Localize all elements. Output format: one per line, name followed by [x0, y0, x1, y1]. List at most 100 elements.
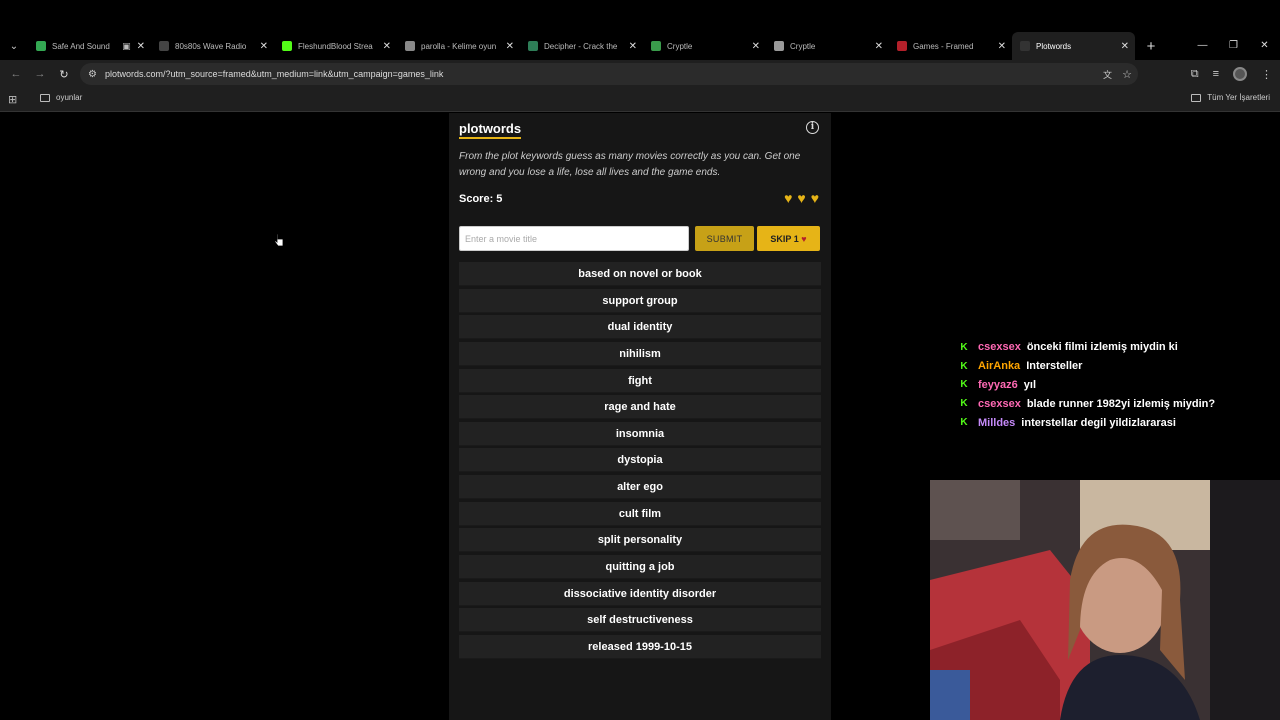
browser-tab[interactable]: Safe And Sound ▣ ✕: [28, 32, 151, 60]
tab-title: 80s80s Wave Radio: [175, 41, 247, 51]
all-bookmarks-label: Tüm Yer İşaretleri: [1207, 93, 1270, 102]
chat-text: Intersteller: [1026, 360, 1083, 373]
close-window-icon[interactable]: ✕: [1249, 32, 1280, 60]
extensions-icon[interactable]: ⧉: [1191, 68, 1199, 81]
kick-badge-icon: K: [960, 398, 968, 410]
game-title[interactable]: plotwords: [459, 121, 522, 139]
folder-icon: [40, 93, 50, 102]
lives-indicator: ♥ ♥ ♥: [784, 191, 819, 205]
plot-keyword: rage and hate: [459, 395, 821, 420]
menu-icon[interactable]: ⋮: [1261, 68, 1272, 81]
chat-message: Kcsexsex blade runner 1982yi izlemiş miyd…: [958, 394, 1258, 413]
tab-favicon-icon: [405, 41, 415, 51]
tab-close-icon[interactable]: ✕: [998, 41, 1006, 52]
chat-message: Kcsexsex önceki filmi izlemiş miydin ki: [958, 338, 1258, 357]
browser-tab[interactable]: parolla - Kelime oyun ✕: [397, 32, 520, 60]
chat-text: blade runner 1982yi izlemiş miydin?: [1026, 397, 1216, 410]
tab-favicon-icon: [774, 41, 784, 51]
tab-favicon-icon: [282, 41, 292, 51]
chat-username[interactable]: feyyaz6: [978, 379, 1018, 391]
tab-audio-icon[interactable]: ▣: [122, 41, 131, 52]
tab-favicon-icon: [897, 41, 907, 51]
plot-keyword: insomnia: [459, 421, 821, 446]
translate-icon[interactable]: 文: [1103, 68, 1112, 81]
all-bookmarks-button[interactable]: Tüm Yer İşaretleri: [1191, 93, 1270, 102]
tab-close-icon[interactable]: ✕: [137, 41, 145, 52]
tab-strip: ⌄ Safe And Sound ▣ ✕ 80s80s Wave Radio ✕ Fles…: [0, 32, 1280, 60]
submit-label: SUBMIT: [706, 233, 743, 244]
skip-label: SKIP 1: [770, 233, 799, 244]
url-text: plotwords.com/?utm_source=framed&utm_med…: [104, 69, 444, 79]
tab-title: Plotwords: [1036, 41, 1072, 51]
chat-username[interactable]: AirAnka: [978, 360, 1020, 372]
chat-message: Kfeyyaz6 yıl: [958, 376, 1258, 395]
chat-username[interactable]: csexsex: [978, 398, 1021, 410]
game-description: From the plot keywords guess as many mov…: [459, 151, 801, 178]
plot-keyword: dystopia: [459, 448, 821, 473]
browser-tab[interactable]: Cryptle ✕: [643, 32, 766, 60]
page-content: plotwords i From the plot keywords guess…: [0, 113, 1280, 720]
browser-tab[interactable]: Games - Framed ✕: [889, 32, 1012, 60]
minimize-icon[interactable]: —: [1187, 32, 1218, 60]
keyword-list: based on novel or book support group dual …: [459, 262, 821, 662]
bookmark-star-icon[interactable]: ☆: [1122, 68, 1132, 81]
tab-title: Cryptle: [790, 41, 816, 51]
tab-title: parolla - Kelime oyun: [421, 41, 497, 51]
kick-badge-icon: K: [960, 417, 968, 429]
kick-badge-icon: K: [960, 379, 968, 391]
plot-keyword: fight: [459, 368, 821, 393]
chat-text: yıl: [1023, 378, 1036, 391]
back-icon[interactable]: ←: [4, 68, 28, 80]
tab-close-icon[interactable]: ✕: [1121, 41, 1129, 52]
profile-avatar[interactable]: [1233, 67, 1247, 81]
tab-favicon-icon: [1020, 41, 1030, 51]
tab-close-icon[interactable]: ✕: [506, 41, 514, 52]
browser-tab[interactable]: FleshundBlood Strea ✕: [274, 32, 397, 60]
plot-keyword: split personality: [459, 528, 821, 553]
bookmark-folder-oyunlar[interactable]: oyunlar: [40, 93, 82, 102]
forward-icon[interactable]: →: [28, 68, 52, 80]
stream-chat-overlay: Kcsexsex önceki filmi izlemiş miydin ki K A…: [958, 338, 1258, 432]
tab-title: Games - Framed: [913, 41, 974, 51]
plot-keyword: dual identity: [459, 315, 821, 340]
info-icon[interactable]: i: [806, 121, 819, 134]
media-control-icon[interactable]: ≡: [1213, 68, 1219, 80]
tab-close-icon[interactable]: ✕: [629, 41, 637, 52]
movie-title-input[interactable]: [459, 226, 689, 251]
tab-close-icon[interactable]: ✕: [383, 41, 391, 52]
site-info-icon[interactable]: ⚙: [88, 69, 97, 80]
window-top-area: [0, 0, 1280, 32]
chat-username[interactable]: csexsex: [978, 341, 1021, 353]
plot-keyword: cult film: [459, 501, 821, 526]
chat-username[interactable]: Milldes: [978, 417, 1015, 429]
toolbar-actions: ⧉ ≡ ⋮: [1191, 60, 1272, 88]
bookmark-folder-label: oyunlar: [56, 93, 83, 102]
chat-message: K AirAnka Intersteller: [958, 357, 1258, 376]
tab-close-icon[interactable]: ✕: [875, 41, 883, 52]
chat-text: interstellar degil yildizlararasi: [1021, 416, 1176, 429]
tab-title: FleshundBlood Strea: [298, 41, 373, 51]
restore-icon[interactable]: ❐: [1218, 32, 1249, 60]
tab-search-chevron-icon[interactable]: ⌄: [0, 32, 28, 60]
skip-button[interactable]: SKIP 1 ♥: [757, 226, 820, 251]
life-heart-icon: ♥: [797, 190, 806, 206]
tab-close-icon[interactable]: ✕: [260, 41, 268, 52]
tab-favicon-icon: [36, 41, 46, 51]
plot-keyword: support group: [459, 288, 821, 313]
apps-grid-icon[interactable]: ⊞: [8, 93, 17, 106]
plot-keyword: based on novel or book: [459, 262, 821, 286]
browser-tab[interactable]: Plotwords ✕: [1012, 32, 1135, 60]
kick-badge-icon: K: [960, 341, 968, 353]
plot-keyword: dissociative identity disorder: [459, 581, 821, 606]
new-tab-button[interactable]: +: [1139, 38, 1163, 55]
browser-tab[interactable]: 80s80s Wave Radio ✕: [151, 32, 274, 60]
chat-message: K Milldes interstellar degil yildizlararas…: [958, 413, 1258, 432]
bookmarks-bar: ⊞ oyunlar Tüm Yer İşaretleri: [0, 88, 1280, 112]
reload-icon[interactable]: ↻: [52, 68, 76, 81]
tab-close-icon[interactable]: ✕: [752, 41, 760, 52]
submit-button[interactable]: SUBMIT: [695, 226, 754, 251]
score-label: Score: 5: [459, 193, 503, 205]
address-bar[interactable]: ⚙ plotwords.com/?utm_source=framed&utm_m…: [80, 63, 1138, 85]
browser-tab[interactable]: Decipher - Crack the ✕: [520, 32, 643, 60]
browser-tab[interactable]: Cryptle ✕: [766, 32, 889, 60]
